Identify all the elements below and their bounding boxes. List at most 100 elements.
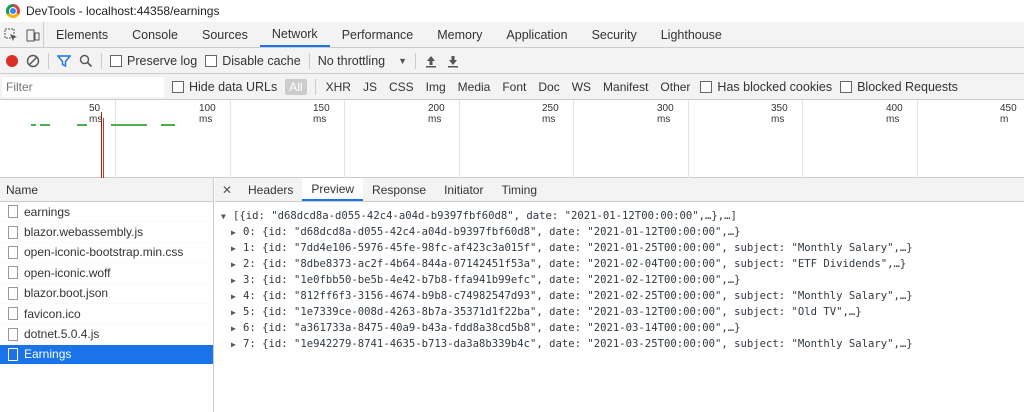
json-item-row[interactable]: ▶ 0: {id: "d68dcd8a-d055-42c4-a04d-b9397f… [221, 224, 1024, 240]
type-filter-doc[interactable]: Doc [536, 79, 561, 95]
json-item-row[interactable]: ▶ 5: {id: "1e7339ce-008d-4263-8b7a-35371d… [221, 304, 1024, 320]
type-filter-all[interactable]: All [285, 78, 307, 95]
inspect-element-icon[interactable] [0, 22, 22, 47]
type-filter-css[interactable]: CSS [387, 79, 416, 95]
request-row[interactable]: favicon.ico [0, 304, 213, 325]
file-icon [8, 205, 18, 219]
expand-triangle-right-icon[interactable]: ▶ [231, 324, 243, 333]
json-item-row[interactable]: ▶ 4: {id: "812ff6f3-3156-4674-b9b8-c74982… [221, 288, 1024, 304]
tab-preview[interactable]: Preview [302, 178, 364, 201]
tab-console[interactable]: Console [120, 22, 190, 47]
tab-security[interactable]: Security [580, 22, 649, 47]
request-name: open-iconic.woff [24, 265, 111, 280]
close-icon[interactable]: ✕ [215, 178, 239, 201]
type-filter-js[interactable]: JS [361, 79, 379, 95]
json-item-row[interactable]: ▶ 2: {id: "8dbe8373-ac2f-4b64-844a-071424… [221, 256, 1024, 272]
request-row[interactable]: earnings [0, 202, 213, 223]
tab-sources[interactable]: Sources [190, 22, 260, 47]
tab-network[interactable]: Network [259, 22, 330, 47]
filter-input[interactable] [2, 76, 164, 97]
filter-bar: Hide data URLs All XHR JS CSS Img Media … [0, 74, 1024, 100]
expand-triangle-right-icon[interactable]: ▶ [231, 308, 243, 317]
search-icon[interactable] [79, 54, 93, 68]
disable-cache-label: Disable cache [222, 53, 301, 68]
disable-cache-checkbox[interactable]: Disable cache [205, 54, 301, 68]
window-title: DevTools - localhost:44358/earnings [26, 4, 220, 18]
json-item-row[interactable]: ▶ 3: {id: "1e0fbb50-be5b-4e42-b7b8-ffa941… [221, 272, 1024, 288]
preserve-log-checkbox[interactable]: Preserve log [110, 54, 197, 68]
checkbox-box[interactable] [172, 80, 184, 93]
request-row[interactable]: open-iconic.woff [0, 263, 213, 284]
json-root-row[interactable]: ▼ [{id: "d68dcd8a-d055-42c4-a04d-b9397fbf… [221, 208, 1024, 224]
tab-initiator[interactable]: Initiator [435, 178, 492, 201]
json-item-text: 4: {id: "812ff6f3-3156-4674-b9b8-c749825… [243, 290, 913, 302]
hide-data-urls-label: Hide data URLs [189, 79, 278, 94]
type-filter-img[interactable]: Img [424, 79, 448, 95]
expand-triangle-right-icon[interactable]: ▶ [231, 276, 243, 285]
record-icon[interactable] [6, 54, 18, 67]
type-filter-manifest[interactable]: Manifest [601, 79, 650, 95]
tab-elements[interactable]: Elements [44, 22, 120, 47]
checkbox-box[interactable] [205, 54, 218, 67]
request-row[interactable]: dotnet.5.0.4.js [0, 324, 213, 345]
request-row-selected[interactable]: Earnings [0, 344, 213, 366]
type-filter-other[interactable]: Other [658, 79, 692, 95]
type-filter-font[interactable]: Font [500, 79, 528, 95]
toolbar-divider [314, 78, 316, 95]
tab-lighthouse[interactable]: Lighthouse [649, 22, 734, 47]
timeline-tick-label: 350 ms [771, 103, 788, 125]
json-item-row[interactable]: ▶ 1: {id: "7dd4e106-5976-45fe-98fc-af423c… [221, 240, 1024, 256]
request-row[interactable]: open-iconic-bootstrap.min.css [0, 243, 213, 264]
expand-triangle-right-icon[interactable]: ▶ [231, 340, 243, 349]
clear-icon[interactable] [26, 54, 40, 68]
expand-triangle-right-icon[interactable]: ▶ [231, 228, 243, 237]
file-icon [8, 307, 18, 321]
tab-headers[interactable]: Headers [239, 178, 302, 201]
expand-triangle-down-icon[interactable]: ▼ [221, 212, 233, 221]
load-event-marker [103, 118, 104, 178]
tab-performance[interactable]: Performance [330, 22, 426, 47]
tab-memory[interactable]: Memory [425, 22, 494, 47]
timeline-tick-label: 150 ms [313, 103, 330, 125]
checkbox-box[interactable] [840, 80, 853, 93]
timeline-overview[interactable]: 50 ms 100 ms 150 ms 200 ms 250 ms 300 ms… [0, 100, 1024, 178]
throttling-select[interactable]: No throttling ▼ [318, 54, 407, 68]
hide-data-urls-checkbox[interactable]: Hide data URLs [172, 80, 277, 94]
has-blocked-cookies-checkbox[interactable]: Has blocked cookies [700, 80, 832, 94]
timeline-gridline: 400 ms [886, 100, 918, 178]
type-filter-media[interactable]: Media [456, 79, 493, 95]
timeline-gridline: 350 ms [771, 100, 803, 178]
timeline-gridline: 50 ms [89, 100, 116, 178]
device-toolbar-icon[interactable] [22, 22, 44, 47]
file-icon [8, 347, 18, 361]
devtools-tab-bar: Elements Console Sources Network Perform… [0, 22, 1024, 48]
expand-triangle-right-icon[interactable]: ▶ [231, 244, 243, 253]
json-item-text: 5: {id: "1e7339ce-008d-4263-8b7a-35371d1… [243, 306, 862, 318]
timeline-gridline: 100 ms [199, 100, 231, 178]
chrome-logo-icon [6, 4, 20, 18]
name-column-header[interactable]: Name [0, 178, 213, 202]
expand-triangle-right-icon[interactable]: ▶ [231, 260, 243, 269]
request-row[interactable]: blazor.boot.json [0, 284, 213, 304]
json-preview: ▼ [{id: "d68dcd8a-d055-42c4-a04d-b9397fbf… [215, 202, 1024, 352]
json-item-row[interactable]: ▶ 7: {id: "1e942279-8741-4635-b713-da3a8b… [221, 336, 1024, 352]
tab-timing[interactable]: Timing [492, 178, 546, 201]
checkbox-box[interactable] [700, 80, 713, 93]
expand-triangle-right-icon[interactable]: ▶ [231, 292, 243, 301]
request-name: blazor.webassembly.js [24, 225, 144, 240]
tab-response[interactable]: Response [363, 178, 435, 201]
blocked-requests-checkbox[interactable]: Blocked Requests [840, 80, 958, 94]
type-filter-xhr[interactable]: XHR [324, 79, 353, 95]
chevron-down-icon: ▼ [398, 55, 408, 66]
import-har-icon[interactable] [424, 54, 438, 68]
type-filter-ws[interactable]: WS [570, 79, 593, 95]
tab-application[interactable]: Application [494, 22, 579, 47]
export-har-icon[interactable] [446, 54, 460, 68]
request-timing-bar [111, 124, 147, 126]
json-item-row[interactable]: ▶ 6: {id: "a361733a-8475-40a9-b43a-fdd8a3… [221, 320, 1024, 336]
timeline-tick-label: 250 ms [542, 103, 559, 125]
timeline-tick-label: 100 ms [199, 103, 216, 125]
checkbox-box[interactable] [110, 54, 122, 67]
filter-icon[interactable] [57, 54, 71, 68]
request-row[interactable]: blazor.webassembly.js [0, 222, 213, 243]
